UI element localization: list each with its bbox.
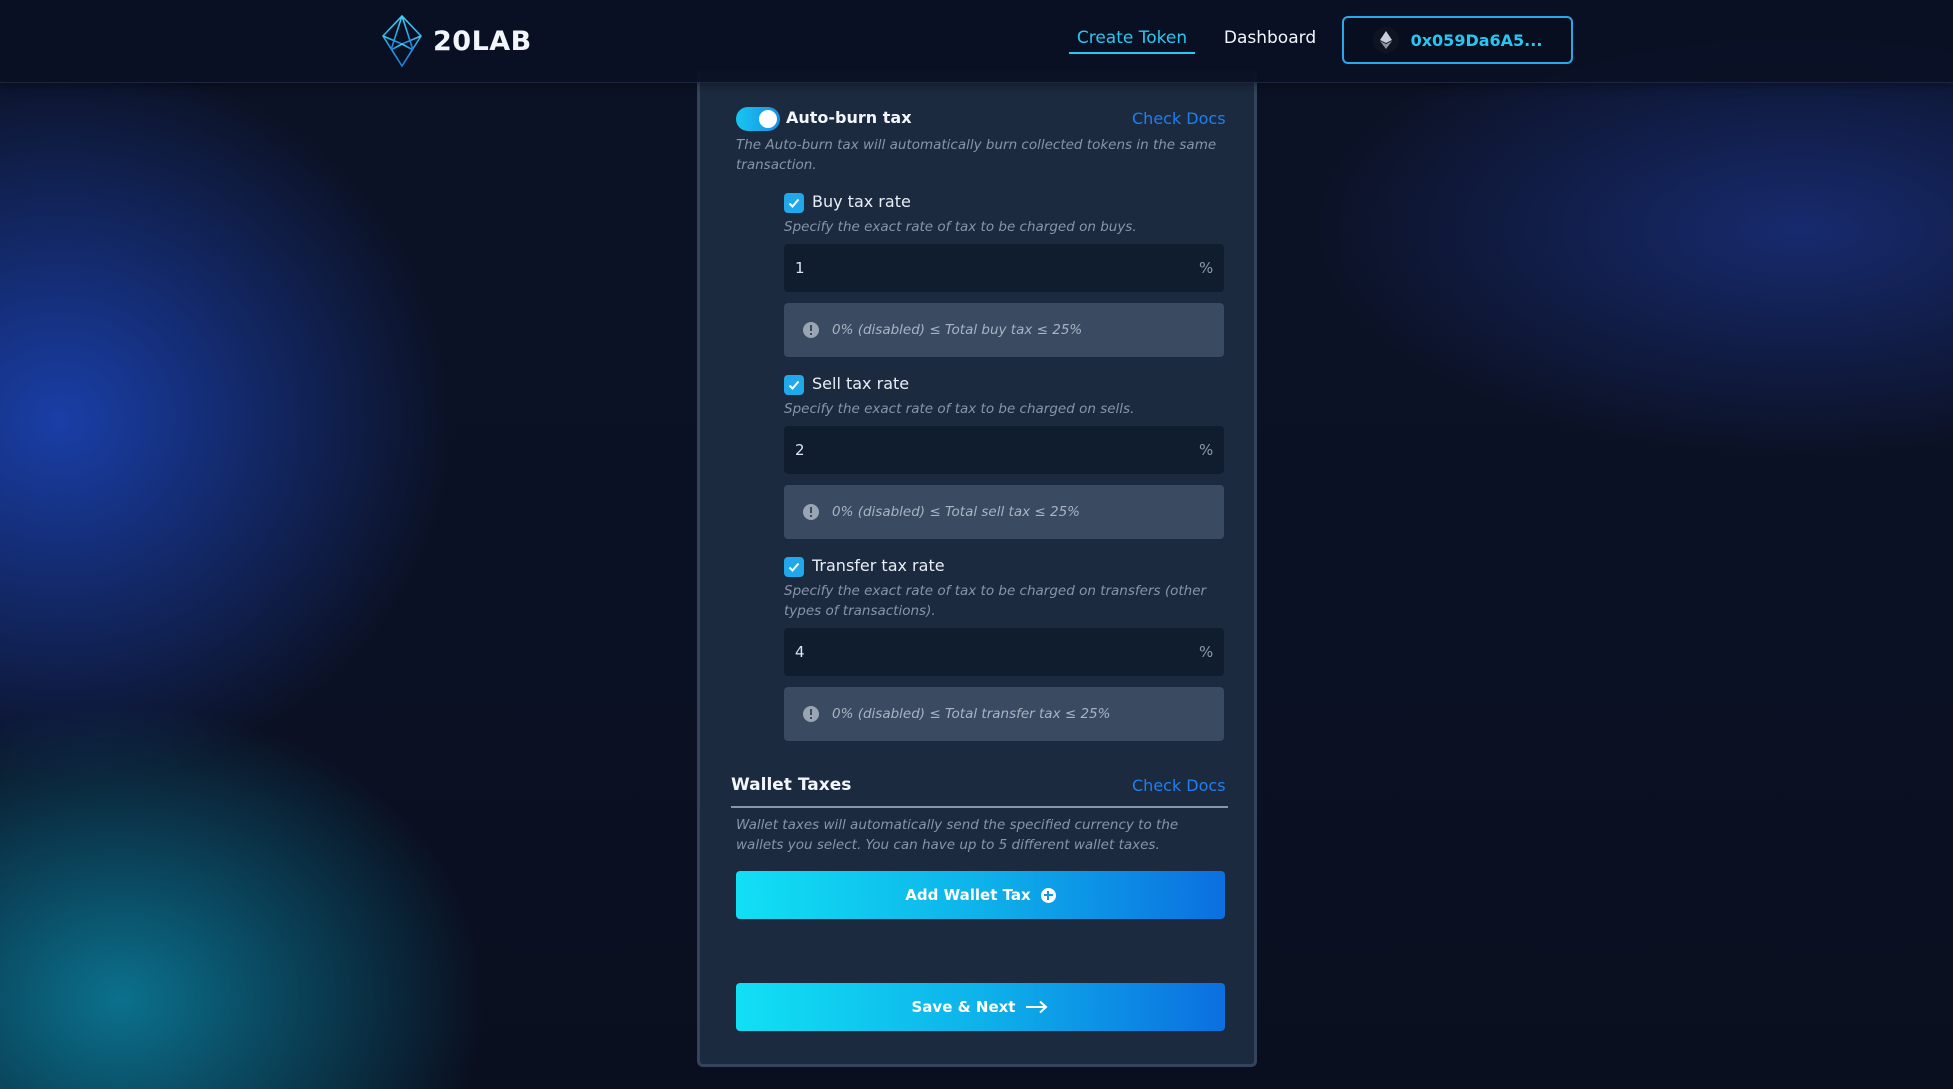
buy-tax-checkbox[interactable] — [784, 193, 804, 213]
logo-crystal-icon — [381, 14, 423, 68]
auto-burn-docs-link[interactable]: Check Docs — [1132, 109, 1226, 128]
wallet-address: 0x059Da6A5... — [1410, 30, 1543, 50]
sell-tax-label: Sell tax rate — [812, 374, 910, 393]
check-icon — [788, 380, 800, 390]
save-next-button[interactable]: Save & Next — [736, 983, 1225, 1031]
transfer-tax-unit: % — [1199, 643, 1214, 661]
sell-tax-input[interactable] — [784, 426, 1224, 474]
info-icon — [803, 504, 819, 520]
sell-tax-checkbox[interactable] — [784, 375, 804, 395]
buy-tax-hint: 0% (disabled) ≤ Total buy tax ≤ 25% — [784, 303, 1224, 357]
brand-logo[interactable]: 20LAB — [379, 13, 532, 69]
wallet-taxes-title: Wallet Taxes — [731, 775, 852, 795]
buy-tax-input[interactable] — [784, 244, 1224, 292]
nav-create-token[interactable]: Create Token — [1069, 24, 1195, 54]
auto-burn-label: Auto-burn tax — [786, 108, 912, 127]
sell-tax-hint-text: 0% (disabled) ≤ Total sell tax ≤ 25% — [832, 504, 1080, 520]
transfer-tax-description: Specify the exact rate of tax to be char… — [784, 583, 1207, 619]
transfer-tax-checkbox[interactable] — [784, 557, 804, 577]
buy-tax-hint-text: 0% (disabled) ≤ Total buy tax ≤ 25% — [832, 322, 1083, 338]
sell-tax-hint: 0% (disabled) ≤ Total sell tax ≤ 25% — [784, 485, 1224, 539]
auto-burn-toggle[interactable] — [736, 107, 780, 131]
nav-dashboard[interactable]: Dashboard — [1222, 24, 1318, 54]
transfer-tax-hint-text: 0% (disabled) ≤ Total transfer tax ≤ 25% — [832, 706, 1111, 722]
arrow-right-icon — [1025, 1000, 1049, 1014]
plus-circle-icon — [1040, 887, 1056, 903]
info-icon — [803, 322, 819, 338]
sell-tax-unit: % — [1199, 441, 1214, 459]
wallet-taxes-description: Wallet taxes will automatically send the… — [736, 817, 1179, 853]
buy-tax-description: Specify the exact rate of tax to be char… — [784, 219, 1137, 235]
transfer-tax-label: Transfer tax rate — [812, 556, 945, 575]
top-navbar: 20LAB Create Token Dashboard 0x059Da6A5.… — [0, 0, 1953, 83]
check-icon — [788, 198, 800, 208]
transfer-tax-hint: 0% (disabled) ≤ Total transfer tax ≤ 25% — [784, 687, 1224, 741]
add-wallet-tax-button[interactable]: Add Wallet Tax — [736, 871, 1225, 919]
add-wallet-tax-label: Add Wallet Tax — [905, 886, 1031, 904]
auto-burn-description: The Auto-burn tax will automatically bur… — [736, 137, 1217, 173]
save-next-label: Save & Next — [911, 998, 1016, 1016]
buy-tax-unit: % — [1199, 259, 1214, 277]
ethereum-icon — [1372, 27, 1399, 53]
buy-tax-label: Buy tax rate — [812, 192, 911, 211]
brand-name: 20LAB — [433, 25, 532, 57]
check-icon — [788, 562, 800, 572]
wallet-connect-button[interactable]: 0x059Da6A5... — [1342, 16, 1573, 64]
info-icon — [803, 706, 819, 722]
sell-tax-description: Specify the exact rate of tax to be char… — [784, 401, 1135, 417]
token-settings-card: Auto-burn tax Check Docs The Auto-burn t… — [697, 70, 1257, 1067]
section-divider — [731, 806, 1228, 808]
transfer-tax-input[interactable] — [784, 628, 1224, 676]
wallet-taxes-docs-link[interactable]: Check Docs — [1132, 776, 1226, 795]
